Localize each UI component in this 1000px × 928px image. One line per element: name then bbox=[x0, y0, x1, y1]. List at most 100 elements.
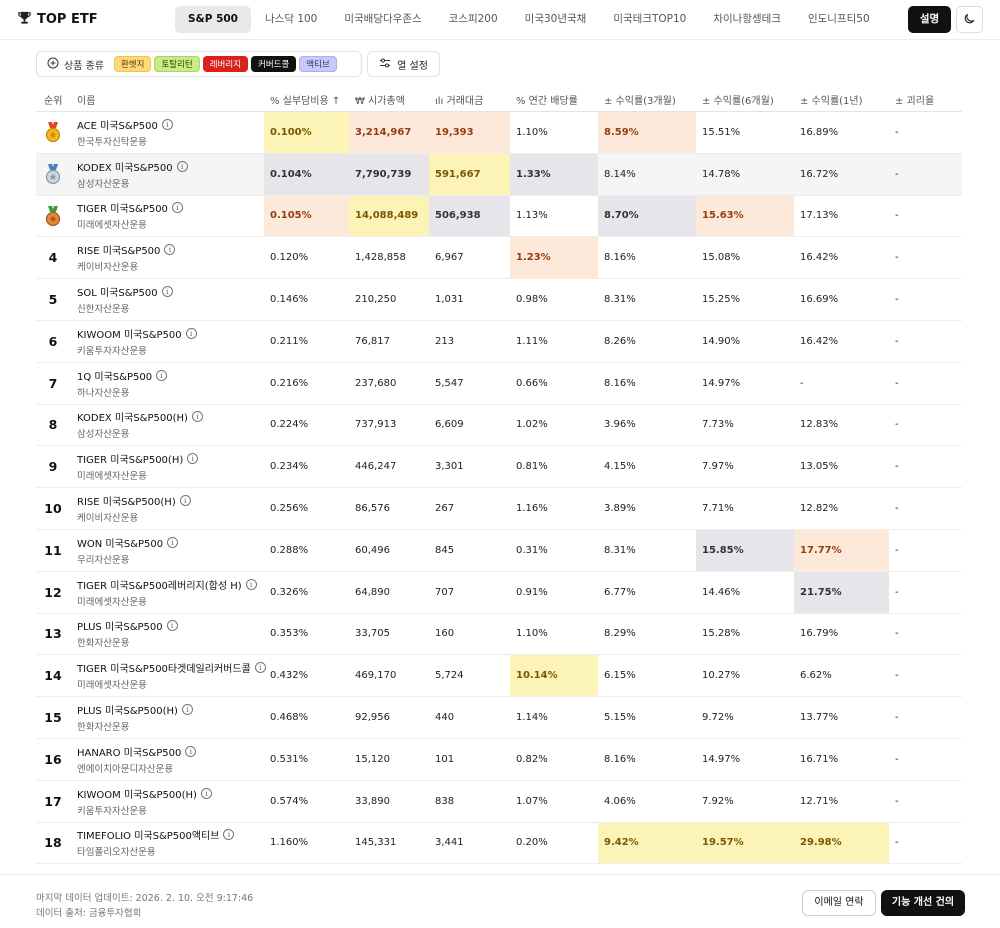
col-name[interactable]: 이름 bbox=[77, 92, 95, 107]
etf-name-cell[interactable]: ACE 미국S&P500 i 한국투자신탁운용 bbox=[77, 112, 173, 153]
table-row[interactable]: 9 TIGER 미국S&P500(H) i 미래에셋자산운용 0.234% 446,247… bbox=[36, 446, 962, 489]
table-row[interactable]: 18 TIMEFOLIO 미국S&P500액티브 i 타임폴리오자산운용 1.160% 1… bbox=[36, 822, 962, 865]
etf-name-cell[interactable]: TIGER 미국S&P500(H) i 미래에셋자산운용 bbox=[77, 446, 199, 487]
product-type-label[interactable]: 상품 종류 bbox=[47, 57, 104, 72]
tab-7[interactable]: 인도니프티50 bbox=[795, 6, 883, 33]
table-row[interactable]: 16 HANARO 미국S&P500 i 엔에이치아문디자산운용 0.531% 15,12… bbox=[36, 739, 962, 781]
col-rank[interactable]: 순위 bbox=[44, 92, 62, 107]
cell-gap: - bbox=[895, 252, 899, 264]
chip-active[interactable]: 액티브 bbox=[299, 56, 337, 72]
info-icon[interactable]: i bbox=[200, 787, 212, 799]
etf-name-cell[interactable]: KODEX 미국S&P500 i 삼성자산운용 bbox=[77, 154, 188, 195]
table-row[interactable]: 12 TIGER 미국S&P500레버리지(합성 H) i 미래에셋자산운용 0.326… bbox=[36, 571, 962, 614]
info-icon[interactable]: i bbox=[161, 118, 173, 130]
col-return-6m[interactable]: ± 수익률(6개월) bbox=[702, 92, 774, 107]
info-icon[interactable]: i bbox=[161, 286, 173, 298]
info-icon[interactable]: i bbox=[176, 160, 188, 172]
info-icon[interactable]: i bbox=[185, 327, 197, 339]
cell-dividend: 10.14% bbox=[510, 655, 598, 697]
etf-name-cell[interactable]: TIMEFOLIO 미국S&P500액티브 i 타임폴리오자산운용 bbox=[77, 823, 235, 864]
tab-6[interactable]: 차이나항셍테크 bbox=[700, 6, 794, 33]
explain-button[interactable]: 설명 bbox=[908, 6, 951, 33]
cell-r3m: 4.15% bbox=[604, 461, 636, 473]
theme-toggle-button[interactable] bbox=[956, 6, 983, 33]
table-row[interactable]: TIGER 미국S&P500 i 미래에셋자산운용 0.105% 14,088,489 5… bbox=[36, 195, 962, 238]
table-row[interactable]: 7 1Q 미국S&P500 i 하나자산운용 0.216% 237,680 5,547 0.6… bbox=[36, 363, 962, 405]
info-icon[interactable]: i bbox=[179, 495, 191, 507]
etf-name-cell[interactable]: SOL 미국S&P500 i 신한자산운용 bbox=[77, 279, 173, 320]
rank-number: 14 bbox=[44, 668, 62, 684]
info-icon[interactable]: i bbox=[245, 578, 257, 590]
column-settings-button[interactable]: 열 설정 bbox=[367, 51, 440, 77]
cell-r6m: 10.27% bbox=[702, 670, 741, 682]
chip-hedge[interactable]: 환헷지 bbox=[113, 56, 152, 72]
info-icon[interactable]: i bbox=[171, 202, 183, 214]
info-icon[interactable]: i bbox=[166, 620, 178, 632]
etf-name-cell[interactable]: TIGER 미국S&P500 i 미래에셋자산운용 bbox=[77, 196, 183, 237]
rank-number: 4 bbox=[48, 250, 58, 266]
etf-name-cell[interactable]: KIWOOM 미국S&P500(H) i 키움투자자산운용 bbox=[77, 781, 212, 822]
col-expense[interactable]: % 실부담비용 ↑ bbox=[270, 92, 340, 107]
cell-r1y: 12.83% bbox=[800, 419, 839, 431]
info-icon[interactable]: i bbox=[167, 536, 179, 548]
cell-dividend: 1.33% bbox=[510, 153, 598, 195]
etf-company: 미래에셋자산운용 bbox=[77, 680, 147, 692]
etf-table: 순위 이름 % 실부담비용 ↑ ₩ 시가총액 ılı 거래대금 % 연간 배당률… bbox=[36, 86, 962, 865]
info-icon[interactable]: i bbox=[187, 453, 199, 465]
tab-0[interactable]: S&P 500 bbox=[175, 6, 251, 33]
etf-name-cell[interactable]: TIGER 미국S&P500레버리지(합성 H) i 미래에셋자산운용 bbox=[77, 572, 257, 613]
tab-1[interactable]: 나스닥 100 bbox=[252, 6, 330, 33]
col-volume[interactable]: ılı 거래대금 bbox=[435, 92, 483, 107]
cell-expense: 0.100% bbox=[264, 112, 349, 153]
etf-name-cell[interactable]: KODEX 미국S&P500(H) i 삼성자산운용 bbox=[77, 405, 203, 446]
table-row[interactable]: 10 RISE 미국S&P500(H) i 케이비자산운용 0.256% 86,576 26… bbox=[36, 488, 962, 530]
table-row[interactable]: 14 TIGER 미국S&P500타겟데일리커버드콜 i 미래에셋자산운용 0.432%… bbox=[36, 655, 962, 698]
table-row[interactable]: 11 WON 미국S&P500 i 우리자산운용 0.288% 60,496 845 0.31… bbox=[36, 529, 962, 572]
cell-r6m: 15.63% bbox=[696, 195, 794, 237]
info-icon[interactable]: i bbox=[185, 745, 197, 757]
tab-4[interactable]: 미국30년국채 bbox=[512, 6, 600, 33]
tab-2[interactable]: 미국배당다우존스 bbox=[331, 6, 434, 33]
etf-name-cell[interactable]: RISE 미국S&P500(H) i 케이비자산운용 bbox=[77, 488, 191, 529]
info-icon[interactable]: i bbox=[223, 829, 235, 841]
rank-number: 13 bbox=[44, 626, 62, 642]
table-row[interactable]: 6 KIWOOM 미국S&P500 i 키움투자자산운용 0.211% 76,817 213… bbox=[36, 321, 962, 363]
col-gap[interactable]: ± 괴리율 bbox=[895, 92, 934, 107]
tab-5[interactable]: 미국테크TOP10 bbox=[600, 6, 699, 33]
table-row[interactable]: 5 SOL 미국S&P500 i 신한자산운용 0.146% 210,250 1,031 0.… bbox=[36, 279, 962, 321]
feature-suggest-button[interactable]: 기능 개선 건의 bbox=[881, 890, 965, 916]
table-row[interactable]: 8 KODEX 미국S&P500(H) i 삼성자산운용 0.224% 737,913 6,… bbox=[36, 405, 962, 447]
info-icon[interactable]: i bbox=[191, 411, 203, 423]
table-row[interactable]: KODEX 미국S&P500 i 삼성자산운용 0.104% 7,790,739 591,… bbox=[36, 153, 962, 196]
cell-r3m: 5.15% bbox=[604, 712, 636, 724]
table-row[interactable]: 13 PLUS 미국S&P500 i 한화자산운용 0.353% 33,705 160 1.1… bbox=[36, 614, 962, 656]
etf-name-cell[interactable]: WON 미국S&P500 i 우리자산운용 bbox=[77, 530, 179, 571]
email-contact-button[interactable]: 이메일 연락 bbox=[802, 890, 876, 916]
chip-leverage[interactable]: 레버리지 bbox=[202, 56, 249, 72]
info-icon[interactable]: i bbox=[181, 704, 193, 716]
etf-name-cell[interactable]: RISE 미국S&P500 i 케이비자산운용 bbox=[77, 237, 176, 278]
info-icon[interactable]: i bbox=[164, 244, 176, 256]
cell-r6m: 14.97% bbox=[702, 753, 741, 765]
col-return-3m[interactable]: ± 수익률(3개월) bbox=[604, 92, 676, 107]
logo[interactable]: TOP ETF bbox=[17, 10, 98, 29]
info-icon[interactable]: i bbox=[156, 369, 168, 381]
table-row[interactable]: 15 PLUS 미국S&P500(H) i 한화자산운용 0.468% 92,956 440… bbox=[36, 697, 962, 739]
tab-3[interactable]: 코스피200 bbox=[436, 6, 511, 33]
col-marketcap[interactable]: ₩ 시가총액 bbox=[355, 92, 405, 107]
col-dividend[interactable]: % 연간 배당률 bbox=[516, 92, 578, 107]
etf-name-cell[interactable]: PLUS 미국S&P500(H) i 한화자산운용 bbox=[77, 697, 193, 738]
table-row[interactable]: 4 RISE 미국S&P500 i 케이비자산운용 0.120% 1,428,858 6,9… bbox=[36, 237, 962, 280]
etf-name-cell[interactable]: HANARO 미국S&P500 i 엔에이치아문디자산운용 bbox=[77, 739, 197, 780]
chip-total-return[interactable]: 토탈리턴 bbox=[154, 56, 200, 72]
col-return-1y[interactable]: ± 수익률(1년) bbox=[800, 92, 863, 107]
table-row[interactable]: ACE 미국S&P500 i 한국투자신탁운용 0.100% 3,214,967 19,3… bbox=[36, 112, 962, 154]
etf-company: 삼성자산운용 bbox=[77, 178, 130, 190]
etf-name: TIGER 미국S&P500타겟데일리커버드콜 bbox=[77, 664, 251, 676]
chip-covered-call[interactable]: 커버드콜 bbox=[251, 56, 297, 72]
table-row[interactable]: 17 KIWOOM 미국S&P500(H) i 키움투자자산운용 0.574% 33,89… bbox=[36, 781, 962, 823]
etf-name-cell[interactable]: PLUS 미국S&P500 i 한화자산운용 bbox=[77, 614, 178, 655]
etf-name-cell[interactable]: 1Q 미국S&P500 i 하나자산운용 bbox=[77, 363, 168, 404]
etf-name-cell[interactable]: TIGER 미국S&P500타겟데일리커버드콜 i 미래에셋자산운용 bbox=[77, 655, 266, 696]
etf-name-cell[interactable]: KIWOOM 미국S&P500 i 키움투자자산운용 bbox=[77, 321, 197, 362]
